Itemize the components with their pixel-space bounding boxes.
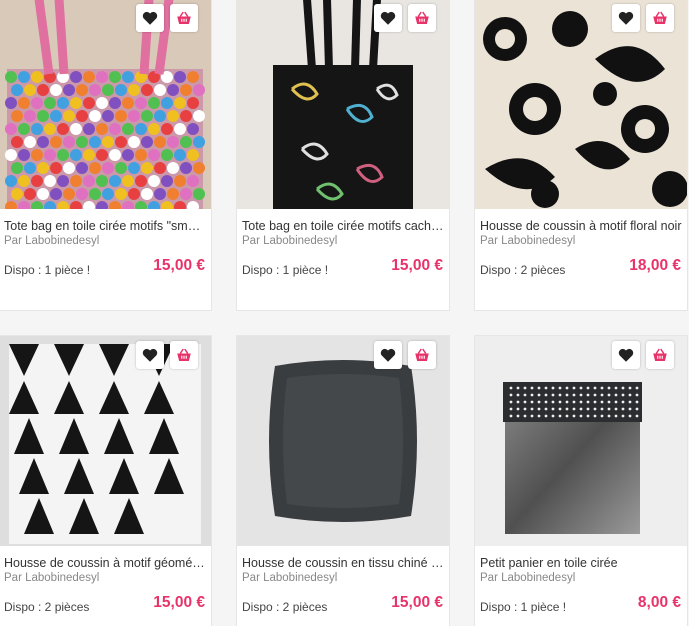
product-seller[interactable]: Par Labobinedesyl xyxy=(242,235,337,247)
heart-icon xyxy=(618,11,634,25)
heart-icon xyxy=(380,348,396,362)
basket-icon xyxy=(177,11,191,24)
product-price: 15,00 € xyxy=(153,257,205,274)
product-availability: Dispo : 2 pièces xyxy=(480,263,566,277)
add-to-cart-button[interactable] xyxy=(408,341,436,369)
product-title[interactable]: Tote bag en toile cirée motifs cachemire xyxy=(242,219,444,233)
product-grid: Tote bag en toile cirée motifs "smarties… xyxy=(0,0,689,626)
product-seller[interactable]: Par Labobinedesyl xyxy=(242,572,337,584)
heart-icon xyxy=(380,11,396,25)
add-to-cart-button[interactable] xyxy=(170,341,198,369)
product-title[interactable]: Tote bag en toile cirée motifs "smarties… xyxy=(4,219,206,233)
product-availability: Dispo : 2 pièces xyxy=(4,600,90,614)
basket-icon xyxy=(653,348,667,361)
add-to-cart-button[interactable] xyxy=(646,4,674,32)
product-card[interactable]: Housse de coussin à motif géométrique Pa… xyxy=(0,335,212,626)
product-seller[interactable]: Par Labobinedesyl xyxy=(480,572,575,584)
product-seller[interactable]: Par Labobinedesyl xyxy=(4,235,99,247)
product-title[interactable]: Petit panier en toile cirée xyxy=(480,556,682,570)
favorite-button[interactable] xyxy=(612,4,640,32)
add-to-cart-button[interactable] xyxy=(646,341,674,369)
favorite-button[interactable] xyxy=(374,341,402,369)
product-price: 18,00 € xyxy=(629,257,681,274)
product-price: 8,00 € xyxy=(637,594,681,611)
product-availability: Dispo : 1 pièce ! xyxy=(480,600,567,614)
product-price: 15,00 € xyxy=(153,594,205,611)
product-title[interactable]: Housse de coussin en tissu chiné gris xyxy=(242,556,444,570)
add-to-cart-button[interactable] xyxy=(170,4,198,32)
heart-icon xyxy=(142,348,158,362)
favorite-button[interactable] xyxy=(136,4,164,32)
product-seller[interactable]: Par Labobinedesyl xyxy=(480,235,575,247)
basket-icon xyxy=(653,11,667,24)
product-availability: Dispo : 1 pièce ! xyxy=(242,263,329,277)
product-availability: Dispo : 1 pièce ! xyxy=(4,263,91,277)
basket-icon xyxy=(415,11,429,24)
product-price: 15,00 € xyxy=(391,594,443,611)
favorite-button[interactable] xyxy=(612,341,640,369)
product-card[interactable]: Housse de coussin en tissu chiné gris Pa… xyxy=(236,335,450,626)
product-availability: Dispo : 2 pièces xyxy=(242,600,328,614)
basket-icon xyxy=(415,348,429,361)
product-card[interactable]: Petit panier en toile cirée Par Labobine… xyxy=(474,335,688,626)
product-card[interactable]: Tote bag en toile cirée motifs "smarties… xyxy=(0,0,212,311)
favorite-button[interactable] xyxy=(374,4,402,32)
product-title[interactable]: Housse de coussin à motif floral noir xyxy=(480,219,682,233)
product-card[interactable]: Tote bag en toile cirée motifs cachemire… xyxy=(236,0,450,311)
heart-icon xyxy=(142,11,158,25)
basket-icon xyxy=(177,348,191,361)
favorite-button[interactable] xyxy=(136,341,164,369)
product-seller[interactable]: Par Labobinedesyl xyxy=(4,572,99,584)
product-title[interactable]: Housse de coussin à motif géométrique xyxy=(4,556,206,570)
add-to-cart-button[interactable] xyxy=(408,4,436,32)
heart-icon xyxy=(618,348,634,362)
product-price: 15,00 € xyxy=(391,257,443,274)
product-card[interactable]: Housse de coussin à motif floral noir Pa… xyxy=(474,0,688,311)
